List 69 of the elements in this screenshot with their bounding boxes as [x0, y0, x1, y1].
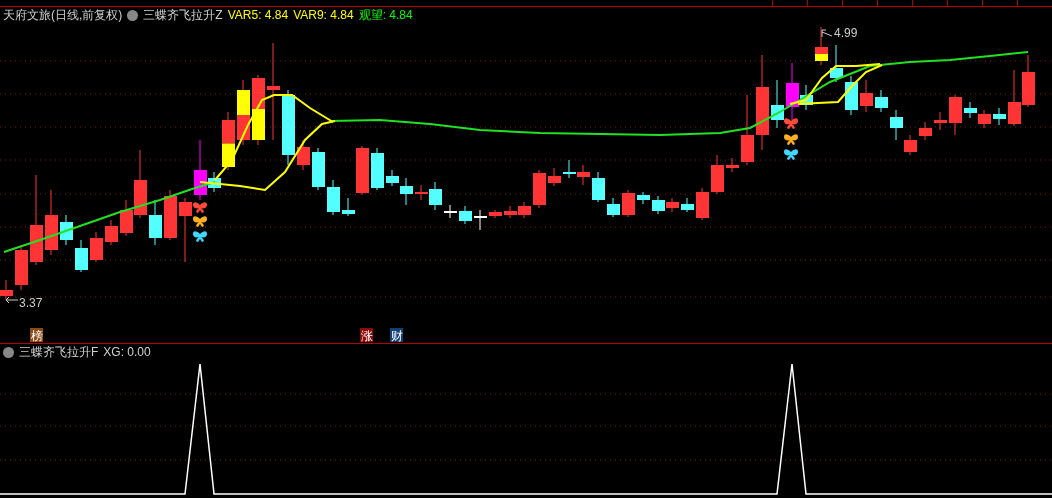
butterfly-icon: [784, 118, 798, 129]
event-badge[interactable]: 榜: [30, 328, 43, 343]
candlestick: [711, 154, 724, 195]
candlestick: [607, 197, 620, 218]
candlestick: [474, 209, 487, 231]
candlestick: [444, 204, 457, 219]
stock-title: 天府文旅(日线,前复权): [3, 6, 123, 24]
candlestick: [830, 44, 843, 83]
indicator-reading: 观望: 4.84: [358, 6, 413, 24]
candlestick: [741, 94, 754, 166]
candlestick: [45, 189, 58, 256]
butterfly-icon: [784, 134, 798, 145]
candlestick: [164, 189, 177, 241]
candlestick: [533, 169, 546, 209]
candlestick: [149, 199, 162, 246]
butterfly-icon: [784, 149, 798, 160]
indicator-name: 三蝶齐飞拉升Z: [143, 6, 223, 24]
candlestick: [726, 157, 739, 173]
indicator-reading: VAR5: 4.84: [227, 8, 289, 22]
candlestick: [696, 187, 709, 221]
candlestick: [75, 239, 88, 273]
candlestick: [15, 244, 28, 291]
candlestick: [637, 191, 650, 205]
candlestick: [371, 147, 384, 191]
candlestick: [504, 205, 517, 219]
dropdown-icon[interactable]: [127, 9, 139, 21]
event-badge[interactable]: 涨: [360, 328, 373, 343]
candlestick: [964, 101, 977, 119]
candlestick: [0, 279, 13, 301]
candlestick: [845, 75, 858, 116]
event-badge[interactable]: 财: [390, 328, 403, 343]
candlestick: [60, 214, 73, 246]
candlestick: [993, 107, 1006, 126]
indicator-reading: VAR9: 4.84: [293, 8, 354, 22]
candlestick: [1008, 69, 1021, 127]
candlestick: [90, 231, 103, 263]
candlestick: [652, 195, 665, 215]
candlestick: [949, 94, 962, 136]
butterfly-icon: [193, 216, 207, 227]
candlestick: [312, 147, 325, 191]
candlestick: [875, 89, 888, 113]
candlestick: [489, 209, 502, 219]
candlestick: [237, 79, 250, 146]
butterfly-icon: [193, 231, 207, 242]
candlestick: [681, 197, 694, 213]
candlestick: [459, 205, 472, 225]
candlestick: [622, 189, 635, 218]
candlestick: [978, 109, 991, 129]
candlestick: [771, 79, 784, 129]
candlestick: [179, 197, 192, 263]
candlestick: [860, 79, 873, 113]
candlestick: [297, 139, 310, 171]
butterfly-icon: [193, 202, 207, 213]
candlestick: [592, 171, 605, 203]
candlestick: [666, 197, 679, 213]
candlestick: [548, 167, 561, 187]
candlestick: [105, 219, 118, 246]
candlestick: [815, 26, 828, 66]
candlestick: [1022, 54, 1035, 108]
candlestick: [919, 121, 932, 141]
candlestick: [934, 111, 947, 131]
dropdown-icon[interactable]: [3, 346, 14, 358]
candlestick: [518, 201, 531, 219]
candlestick: [577, 164, 590, 186]
indicator-reading: XG: 0.00: [103, 345, 151, 359]
candlestick: [563, 159, 576, 179]
candlestick: [252, 74, 265, 146]
candlestick: [327, 179, 340, 216]
indicator-name: 三蝶齐飞拉升F: [19, 343, 99, 361]
